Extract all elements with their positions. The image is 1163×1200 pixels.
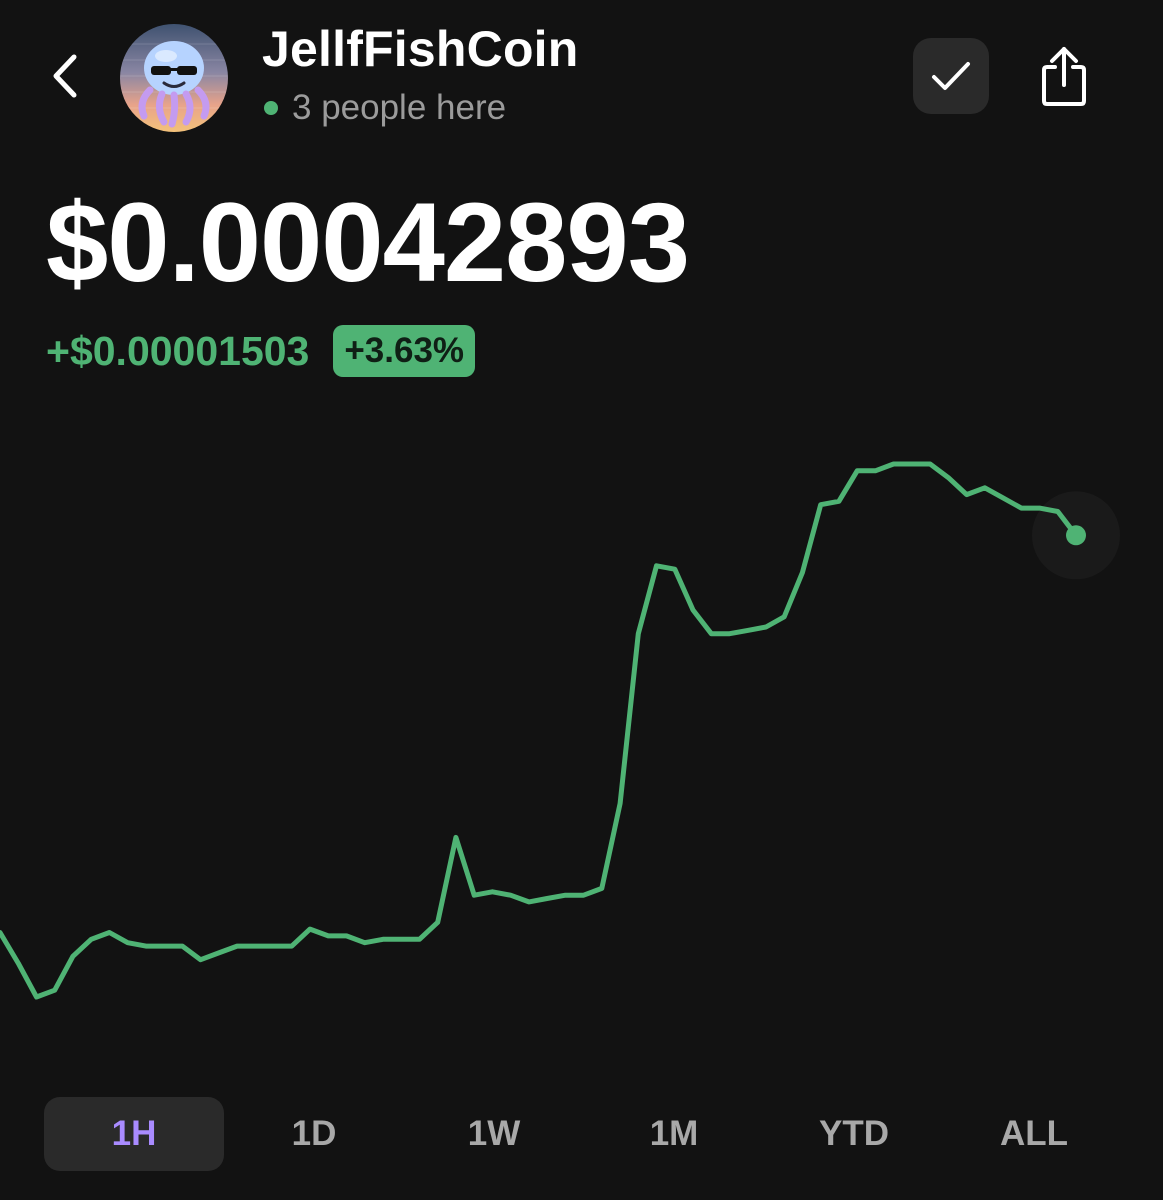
price-change-row: +$0.00001503 +3.63% — [46, 325, 476, 377]
presence-indicator: 3 people here — [262, 88, 506, 128]
range-tab-1w[interactable]: 1W — [404, 1097, 584, 1171]
current-price: $0.00042893 — [46, 180, 690, 305]
range-tab-1d[interactable]: 1D — [224, 1097, 404, 1171]
coin-name: JellfFishCoin — [262, 21, 579, 77]
check-icon — [932, 62, 970, 90]
price-line — [0, 461, 1079, 1000]
share-icon — [1042, 47, 1086, 106]
range-tab-1h[interactable]: 1H — [44, 1097, 224, 1171]
current-price-point — [1066, 525, 1086, 546]
range-tab-ytd[interactable]: YTD — [764, 1097, 944, 1171]
price-change-percent-badge: +3.63% — [333, 325, 476, 377]
chevron-left-icon — [53, 54, 77, 98]
jellyfish-avatar-icon — [120, 24, 228, 132]
range-tab-1m[interactable]: 1M — [584, 1097, 764, 1171]
check-button[interactable] — [913, 38, 989, 114]
share-button[interactable] — [1026, 38, 1102, 114]
back-button[interactable] — [40, 46, 90, 106]
coin-avatar — [120, 24, 228, 132]
price-change-absolute: +$0.00001503 — [46, 327, 310, 374]
presence-text: 3 people here — [292, 88, 507, 127]
range-tab-all[interactable]: ALL — [944, 1097, 1124, 1171]
time-range-selector: 1H 1D 1W 1M YTD ALL — [44, 1097, 1124, 1171]
price-chart[interactable] — [0, 440, 1163, 1040]
online-dot-icon — [264, 101, 278, 115]
